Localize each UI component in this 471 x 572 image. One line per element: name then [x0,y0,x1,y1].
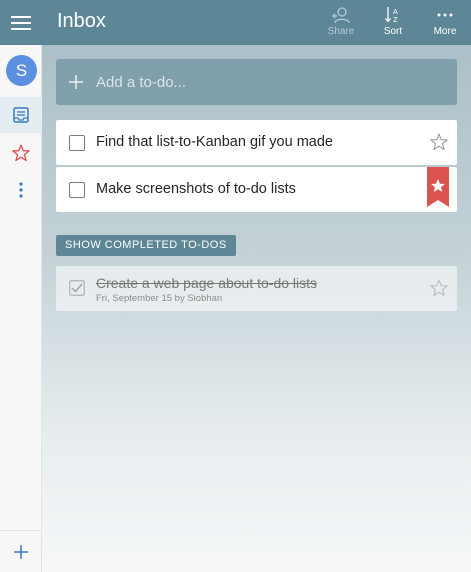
star-outline-icon [430,133,448,151]
todo-title[interactable]: Make screenshots of to-do lists [96,181,296,197]
todo-title[interactable]: Find that list-to-Kanban gif you made [96,134,333,150]
star-icon [12,144,30,162]
inbox-icon [13,107,29,123]
share-label: Share [327,26,355,37]
starred-ribbon[interactable] [427,167,449,207]
svg-text:A: A [393,8,398,16]
sort-label: Sort [383,26,403,37]
sidebar: S [0,0,42,572]
completed-todo-meta: Fri, September 15 by Siobhan [96,293,223,304]
avatar[interactable]: S [6,55,37,86]
sidebar-item-inbox[interactable] [0,97,42,133]
sidebar-item-starred[interactable] [0,135,42,171]
create-list-button[interactable] [0,530,42,572]
star-toggle-button[interactable] [429,278,449,298]
star-ribbon-icon [427,167,449,207]
add-todo-bar[interactable] [56,59,457,105]
todo-checkbox[interactable] [69,135,85,151]
page-title: Inbox [57,10,106,32]
share-person-icon [332,7,350,24]
menu-button[interactable] [0,0,42,45]
svg-text:Z: Z [393,16,398,24]
sort-az-icon: A Z [385,7,398,24]
completed-todo-title[interactable]: Create a web page about to-do lists [96,275,317,291]
show-completed-button[interactable]: SHOW COMPLETED TO-DOS [56,235,236,256]
more-button[interactable]: More [422,6,468,40]
more-dots-icon [437,13,453,17]
todo-item[interactable]: Make screenshots of to-do lists [56,167,457,212]
star-outline-icon [430,279,448,297]
add-todo-input[interactable] [96,73,436,91]
share-button[interactable]: Share [318,6,364,40]
todo-checkbox[interactable] [69,182,85,198]
star-toggle-button[interactable] [429,132,449,152]
todo-item[interactable]: Find that list-to-Kanban gif you made [56,120,457,165]
sort-button[interactable]: A Z Sort [370,6,416,40]
plus-icon [14,544,28,559]
checkmark-icon [69,280,85,296]
header: Inbox Share A Z Sort More [42,0,471,45]
more-label: More [433,26,457,37]
sidebar-item-more[interactable] [0,172,42,208]
completed-todo-item[interactable]: Create a web page about to-do lists Fri,… [56,266,457,311]
completed-checkbox[interactable] [69,280,85,296]
hamburger-icon [11,15,31,30]
add-plus-icon [56,59,96,105]
main-panel: Inbox Share A Z Sort More Add a to-do...… [42,0,471,572]
vertical-dots-icon [19,182,23,198]
